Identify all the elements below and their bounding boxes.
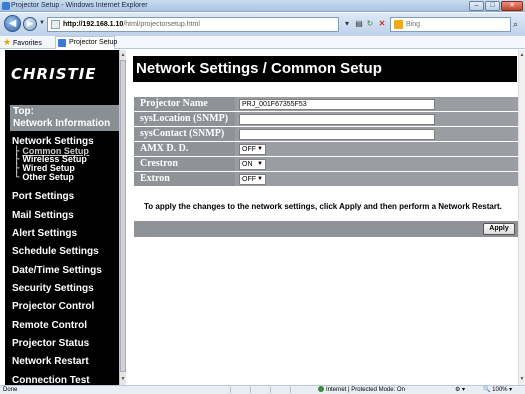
chevron-down-icon: ▼ bbox=[257, 161, 263, 167]
form-row-amx: AMX D. D. OFF ▼ bbox=[134, 142, 518, 156]
extron-select[interactable]: OFF ▼ bbox=[239, 174, 266, 185]
forward-arrow-icon[interactable]: ▶ bbox=[23, 17, 37, 31]
page-icon bbox=[51, 20, 60, 29]
network-information-label: Network Information bbox=[13, 118, 111, 129]
sidebar-item-alert-settings[interactable]: Alert Settings bbox=[12, 228, 77, 239]
sidebar: CHRISTIE Top: Network Information Networ… bbox=[5, 50, 126, 385]
status-divider bbox=[270, 387, 271, 393]
status-divider bbox=[250, 387, 251, 393]
search-icon[interactable]: ⌕ bbox=[513, 19, 518, 29]
instruction-text: To apply the changes to the network sett… bbox=[144, 202, 502, 211]
zoom-level[interactable]: 🔍 100% ▾ bbox=[483, 386, 512, 394]
scroll-up-icon[interactable]: ▲ bbox=[120, 51, 126, 59]
amx-select[interactable]: OFF ▼ bbox=[239, 144, 266, 155]
sidebar-item-mail-settings[interactable]: Mail Settings bbox=[12, 210, 74, 221]
extron-label: Extron bbox=[134, 172, 235, 186]
syscontact-input[interactable] bbox=[239, 129, 435, 140]
sidebar-item-date-time-settings[interactable]: Date/Time Settings bbox=[12, 265, 102, 276]
form-row-projector-name: Projector Name bbox=[134, 97, 518, 111]
refresh-icon[interactable]: ↻ bbox=[365, 19, 375, 29]
status-bar: Done Internet | Protected Mode: On ⚙ ▾ 🔍… bbox=[0, 385, 525, 394]
form-row-extron: Extron OFF ▼ bbox=[134, 172, 518, 186]
form-row-syslocation: sysLocation (SNMP) bbox=[134, 112, 518, 126]
maximize-button[interactable]: □ bbox=[485, 1, 500, 11]
sidebar-item-projector-control[interactable]: Projector Control bbox=[12, 301, 94, 312]
christie-logo: CHRISTIE bbox=[11, 65, 97, 83]
scroll-up-icon[interactable]: ▲ bbox=[519, 51, 525, 59]
sidebar-subitem-other-setup[interactable]: └ Other Setup bbox=[14, 173, 74, 183]
ie-icon bbox=[2, 2, 10, 10]
stop-icon[interactable]: ✕ bbox=[377, 19, 387, 29]
page-scrollbar[interactable]: ▲ ▼ bbox=[518, 50, 525, 385]
syslocation-input[interactable] bbox=[239, 114, 435, 125]
form-row-crestron: Crestron ON ▼ bbox=[134, 157, 518, 171]
syscontact-label: sysContact (SNMP) bbox=[134, 127, 235, 141]
search-placeholder: Bing bbox=[406, 21, 421, 28]
status-divider bbox=[230, 387, 231, 393]
status-text: Done bbox=[3, 387, 18, 393]
tab-page-icon bbox=[58, 39, 66, 47]
favorites-bar: ★ Favorites Projector Setup bbox=[0, 36, 525, 49]
syslocation-label: sysLocation (SNMP) bbox=[134, 112, 235, 126]
crestron-select-value: ON bbox=[242, 161, 253, 168]
tree-connector: └ bbox=[14, 173, 20, 183]
sidebar-item-schedule-settings[interactable]: Schedule Settings bbox=[12, 246, 99, 257]
favorites-label: Favorites bbox=[13, 40, 42, 47]
crestron-select[interactable]: ON ▼ bbox=[239, 159, 266, 170]
apply-button[interactable]: Apply bbox=[483, 223, 515, 235]
minimize-button[interactable]: – bbox=[469, 1, 484, 11]
sidebar-item-security-settings[interactable]: Security Settings bbox=[12, 283, 94, 294]
tab-label: Projector Setup bbox=[69, 39, 118, 46]
sidebar-item-port-settings[interactable]: Port Settings bbox=[12, 191, 74, 202]
dropdown-icon[interactable]: ▾ bbox=[342, 19, 352, 29]
extron-select-value: OFF bbox=[242, 176, 256, 183]
navigation-bar: ◀ ▶ ▼ http://192.168.1.10/html/projector… bbox=[0, 13, 525, 36]
window-titlebar: Projector Setup - Windows Internet Explo… bbox=[0, 0, 525, 12]
sidebar-item-connection-test[interactable]: Connection Test bbox=[12, 375, 90, 385]
protected-mode-icon[interactable]: ⚙ ▾ bbox=[455, 386, 465, 394]
chevron-down-icon: ▼ bbox=[257, 146, 263, 152]
url-host: http://192.168.1.10 bbox=[63, 21, 124, 28]
page-title: Network Settings / Common Setup bbox=[133, 56, 517, 82]
bing-icon bbox=[394, 20, 403, 29]
crestron-label: Crestron bbox=[134, 157, 235, 171]
globe-icon bbox=[318, 386, 324, 392]
apply-bar: Apply bbox=[134, 221, 518, 237]
back-arrow-icon[interactable]: ◀ bbox=[4, 15, 21, 32]
search-input[interactable]: Bing bbox=[390, 17, 511, 32]
sidebar-item-remote-control[interactable]: Remote Control bbox=[12, 320, 87, 331]
projector-name-label: Projector Name bbox=[134, 97, 235, 111]
security-zone[interactable]: Internet | Protected Mode: On bbox=[318, 386, 405, 394]
window-title: Projector Setup - Windows Internet Explo… bbox=[11, 2, 148, 9]
top-label: Top: bbox=[13, 106, 34, 117]
scroll-down-icon[interactable]: ▼ bbox=[519, 375, 525, 383]
scroll-down-icon[interactable]: ▼ bbox=[120, 375, 126, 383]
tab-projector-setup[interactable]: Projector Setup bbox=[55, 36, 118, 49]
star-icon: ★ bbox=[3, 37, 12, 47]
zoom-value: 100% bbox=[492, 387, 508, 393]
amx-label: AMX D. D. bbox=[134, 142, 235, 156]
url-path: /html/projectorsetup.html bbox=[123, 21, 200, 28]
close-button[interactable]: ✕ bbox=[501, 1, 523, 11]
settings-form: Projector Name sysLocation (SNMP) sysCon… bbox=[134, 97, 518, 187]
security-zone-label: Internet | Protected Mode: On bbox=[326, 387, 405, 393]
sidebar-scrollbar[interactable]: ▲ ▼ bbox=[119, 50, 126, 385]
form-row-syscontact: sysContact (SNMP) bbox=[134, 127, 518, 141]
sidebar-item-network-restart[interactable]: Network Restart bbox=[12, 356, 89, 367]
chevron-down-icon[interactable]: ▼ bbox=[39, 20, 45, 26]
chevron-down-icon: ▼ bbox=[257, 176, 263, 182]
compat-icon[interactable]: ▤ bbox=[354, 19, 364, 29]
status-divider bbox=[290, 387, 291, 393]
sidebar-subitem-label: Other Setup bbox=[22, 172, 74, 182]
sidebar-scroll-thumb[interactable] bbox=[120, 60, 126, 372]
amx-select-value: OFF bbox=[242, 146, 256, 153]
projector-name-input[interactable] bbox=[239, 99, 435, 110]
sidebar-item-projector-status[interactable]: Projector Status bbox=[12, 338, 89, 349]
sidebar-item-top-network-information[interactable]: Top: Network Information bbox=[10, 105, 126, 131]
address-bar[interactable]: http://192.168.1.10/html/projectorsetup.… bbox=[47, 17, 339, 32]
favorites-button[interactable]: ★ Favorites bbox=[3, 36, 42, 50]
